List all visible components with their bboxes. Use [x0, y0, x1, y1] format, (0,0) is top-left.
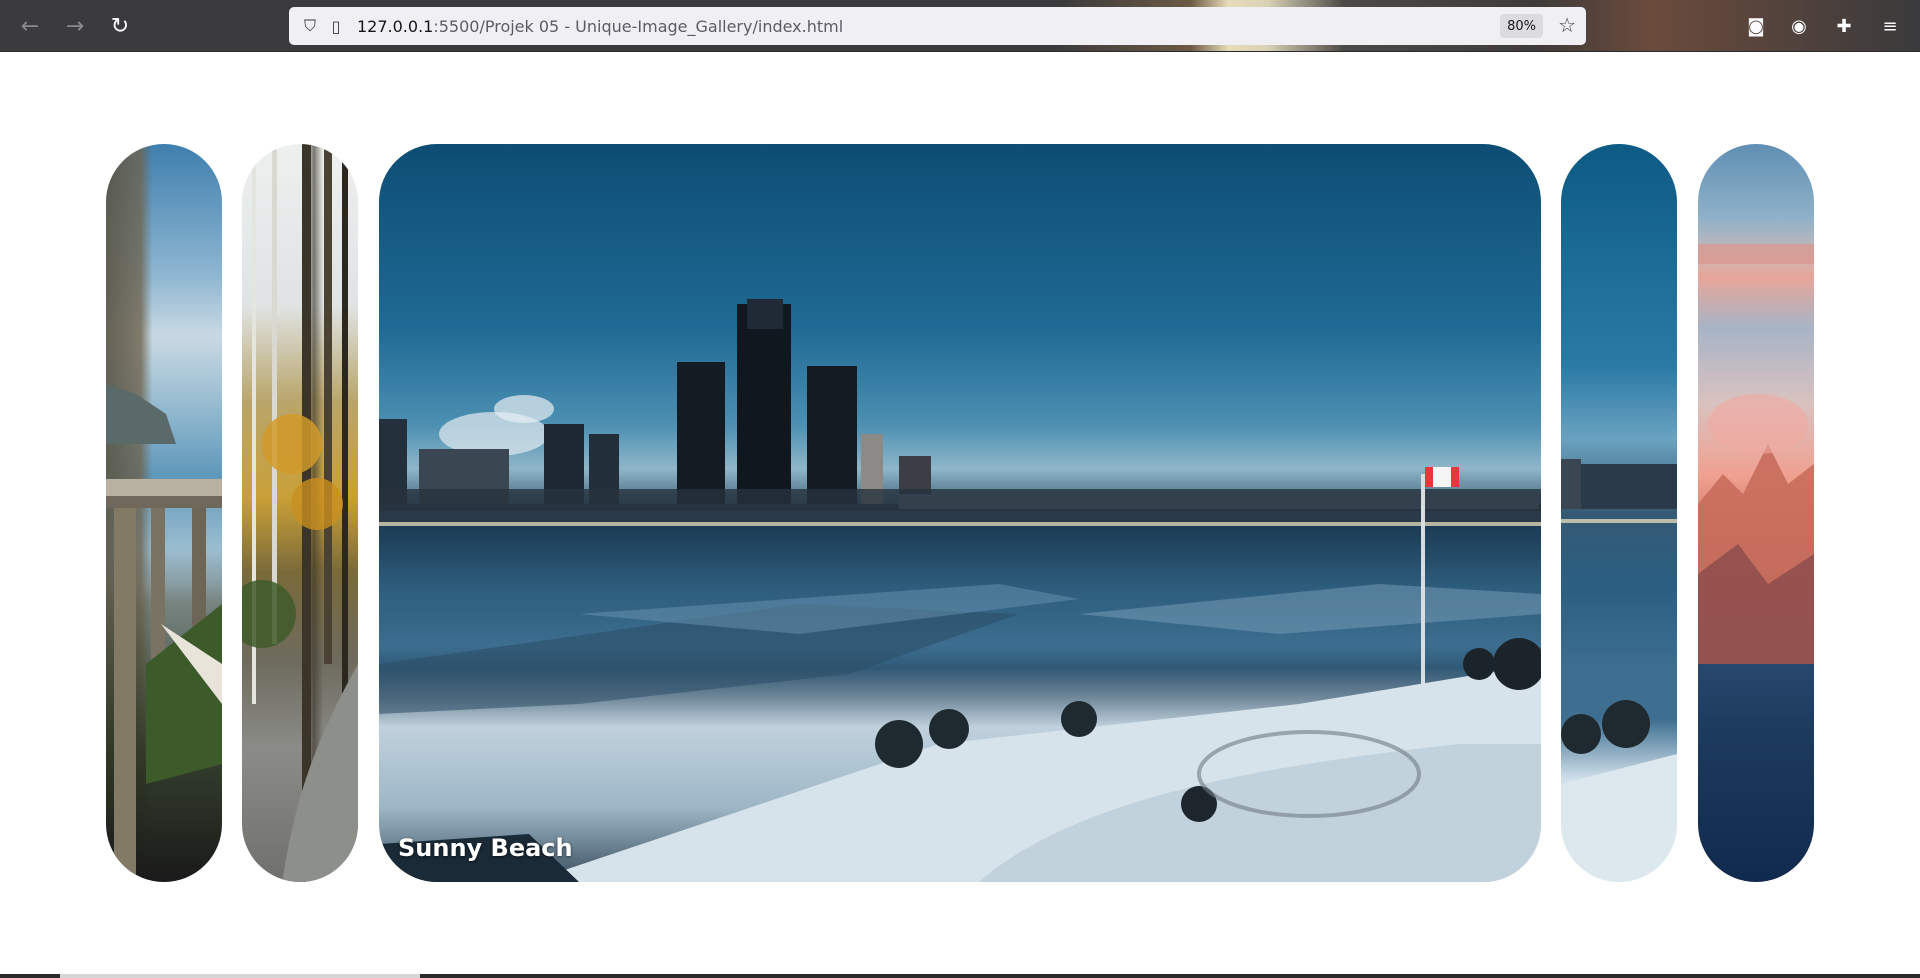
- image-gallery: Sunny Beach: [0, 52, 1920, 978]
- arrow-right-icon: →: [65, 13, 85, 39]
- bottom-scrollbar: [0, 974, 1920, 978]
- page-icon[interactable]: ▯: [323, 13, 349, 39]
- browser-toolbar: ← → ↻ ⛉ ▯ 127.0.0.1:5500/Projek 05 - Uni…: [0, 0, 1920, 52]
- bridge-image: [106, 384, 222, 882]
- gallery-card-mountain-sunset[interactable]: [1698, 144, 1814, 882]
- forward-button[interactable]: →: [59, 10, 91, 42]
- shield-icon[interactable]: ⛉: [297, 13, 323, 39]
- zoom-level-badge[interactable]: 80%: [1500, 14, 1543, 38]
- pocket-icon[interactable]: ◙: [1742, 12, 1770, 40]
- url-host: 127.0.0.1: [357, 16, 434, 36]
- gallery-card-city-river[interactable]: Sunny Beach: [379, 144, 1541, 882]
- city-slice-image: [1561, 459, 1677, 882]
- gallery-card-coast-bridge[interactable]: [106, 144, 222, 882]
- extensions-icon[interactable]: ✚: [1830, 12, 1858, 40]
- reload-icon: ↻: [110, 13, 130, 39]
- mountain-image: [1698, 244, 1814, 664]
- forest-image: [242, 144, 358, 882]
- back-button[interactable]: ←: [14, 10, 46, 42]
- account-icon[interactable]: ◉: [1785, 12, 1813, 40]
- arrow-left-icon: ←: [20, 13, 40, 39]
- gallery-card-city-river-slice[interactable]: [1561, 144, 1677, 882]
- reload-button[interactable]: ↻: [104, 10, 136, 42]
- card-caption: Sunny Beach: [398, 834, 573, 862]
- city-river-image: [379, 299, 1541, 882]
- gallery-card-forest-path[interactable]: [242, 144, 358, 882]
- url-text[interactable]: 127.0.0.1:5500/Projek 05 - Unique-Image_…: [357, 17, 843, 36]
- url-path: :5500/Projek 05 - Unique-Image_Gallery/i…: [433, 16, 844, 36]
- bookmark-star-icon[interactable]: ☆: [1558, 13, 1576, 37]
- scroll-thumb[interactable]: [60, 974, 420, 978]
- address-bar[interactable]: ⛉ ▯ 127.0.0.1:5500/Projek 05 - Unique-Im…: [289, 7, 1586, 45]
- menu-icon[interactable]: ≡: [1876, 12, 1904, 40]
